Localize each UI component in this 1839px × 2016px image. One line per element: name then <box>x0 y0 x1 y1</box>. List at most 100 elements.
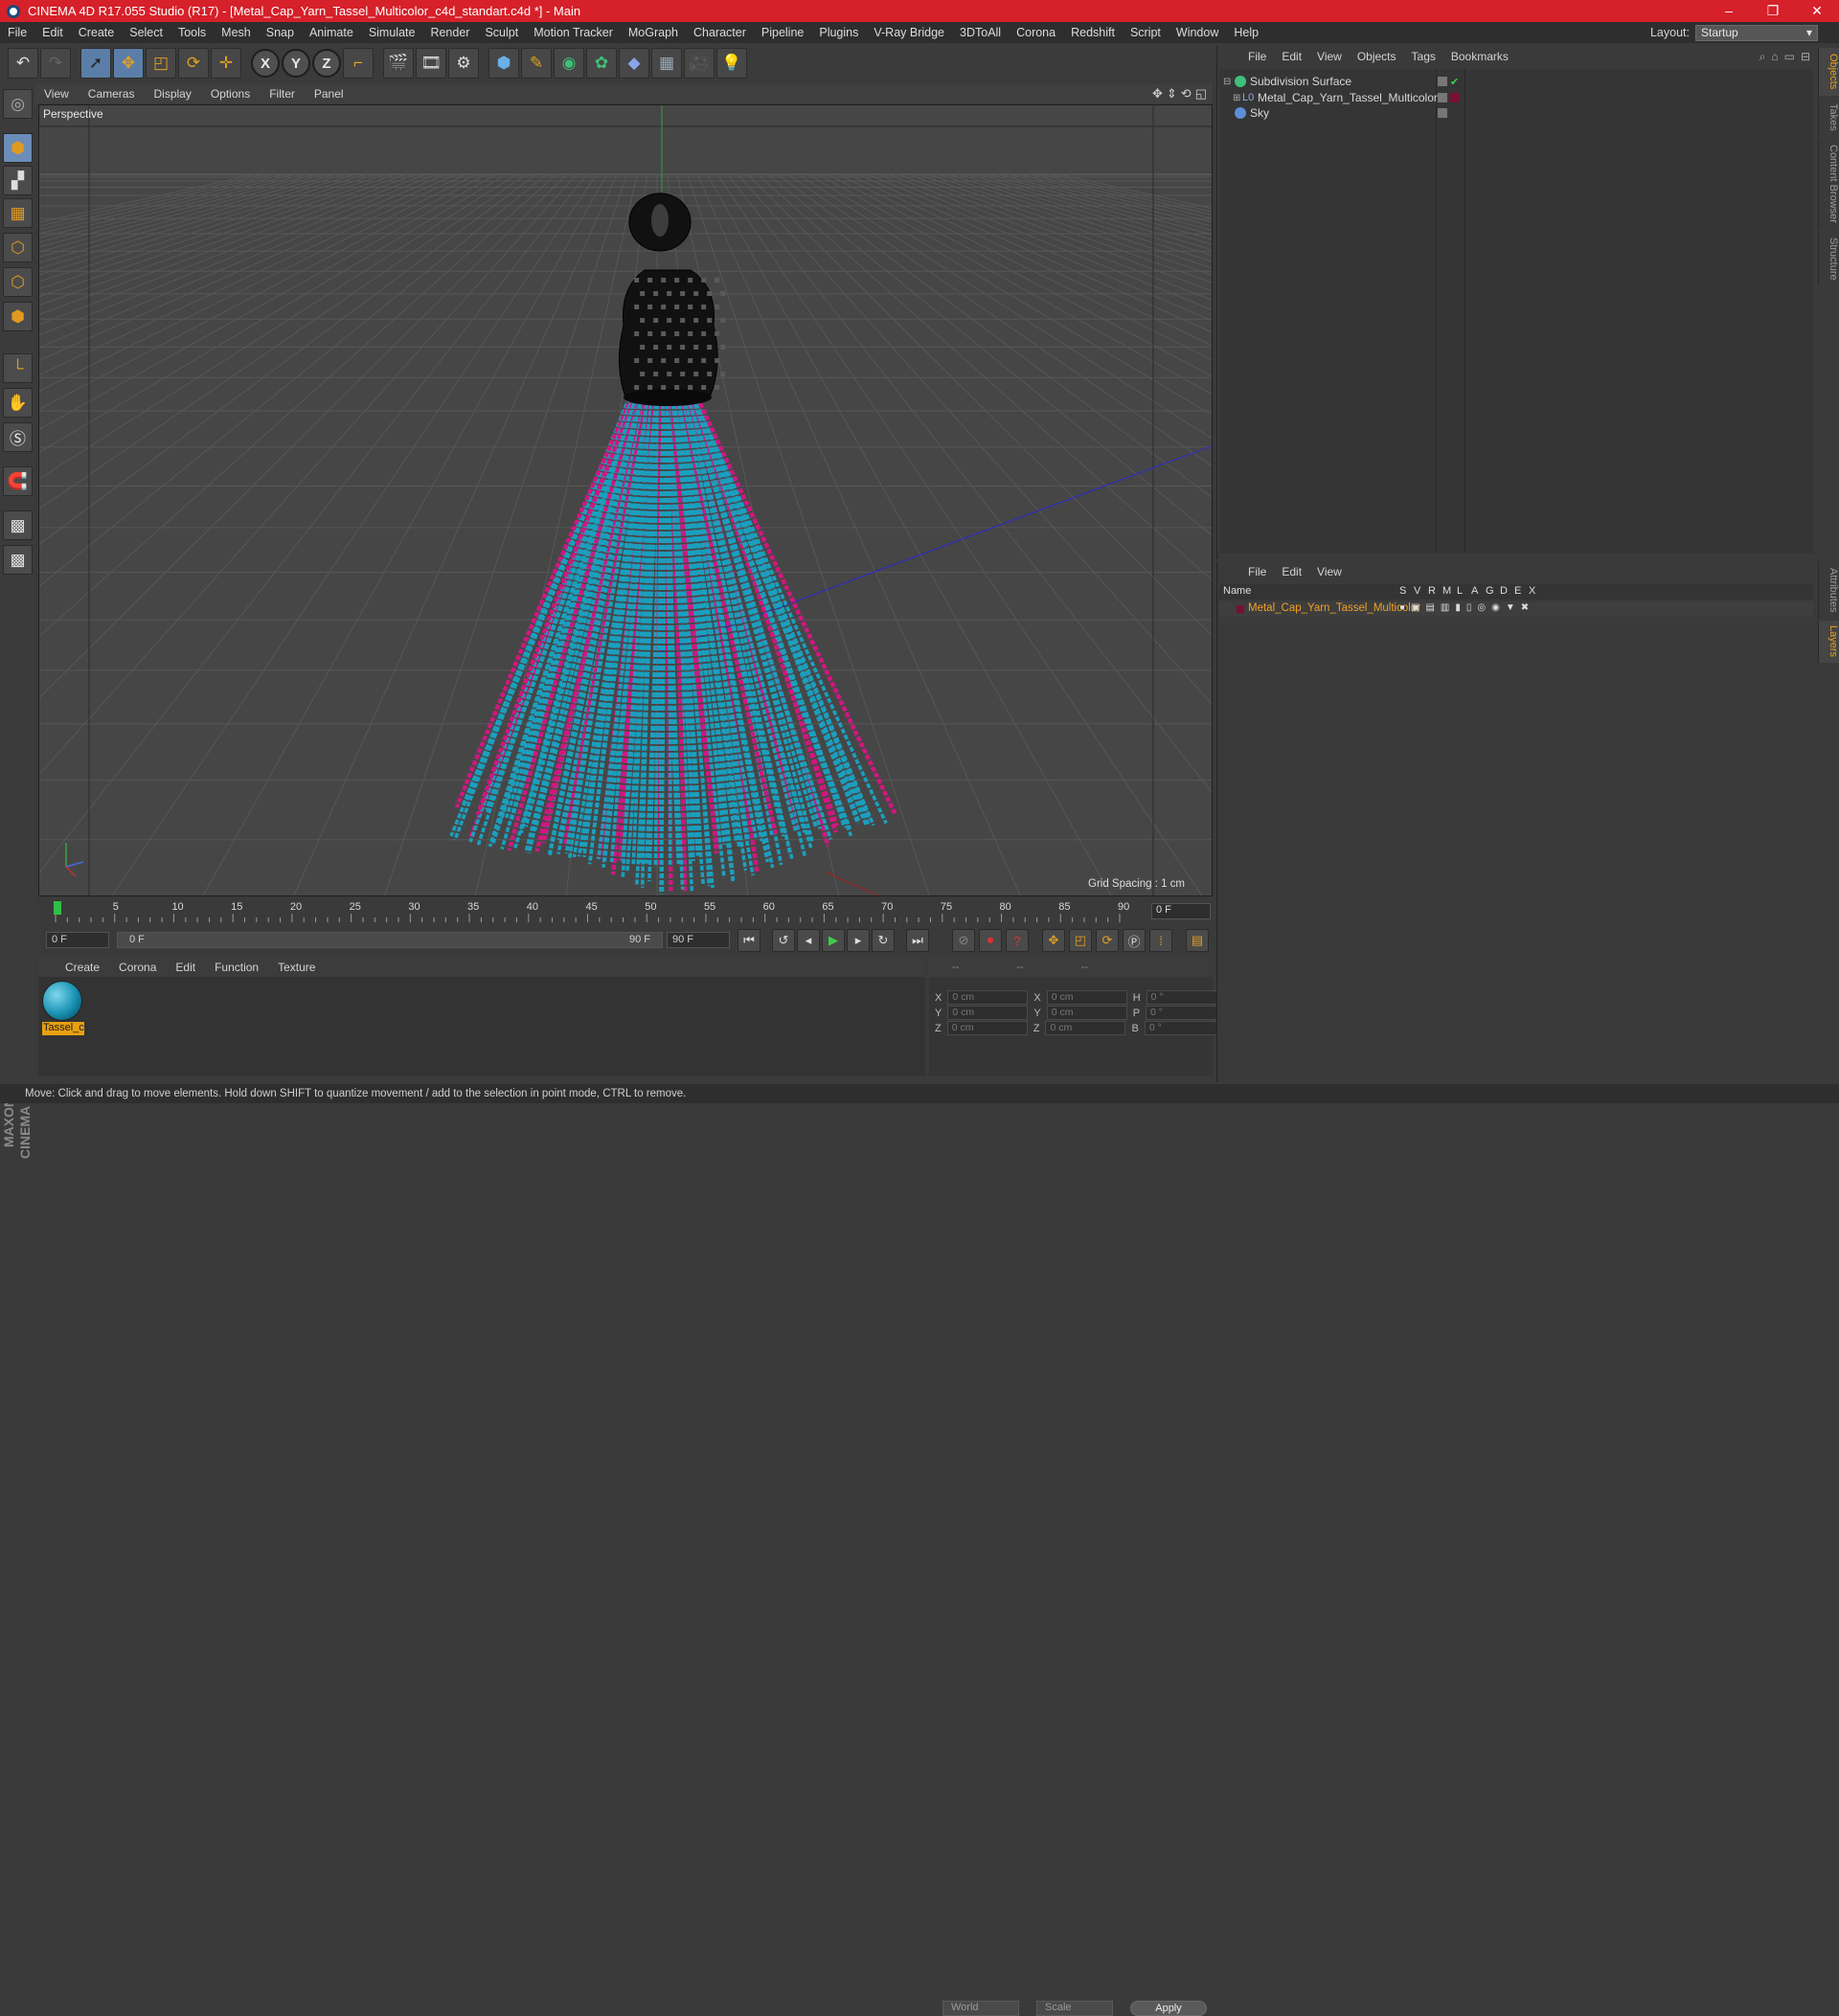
visibility-icon[interactable] <box>1438 108 1447 118</box>
axis-mode-button[interactable]: └ <box>3 353 33 383</box>
layer-column-a[interactable]: A <box>1471 585 1478 597</box>
layer-column-x[interactable]: X <box>1529 585 1535 597</box>
menu-window[interactable]: Window <box>1169 26 1226 39</box>
coordinate-field[interactable]: 0 cm <box>947 1006 1029 1020</box>
search-icon[interactable]: ⌕ <box>1760 50 1766 64</box>
move-tool[interactable]: ✥ <box>113 48 144 79</box>
menu-file[interactable]: File <box>0 26 34 39</box>
expand-toggle-icon[interactable]: ⊞ <box>1233 93 1240 103</box>
cloner-button[interactable]: ✿ <box>586 48 617 79</box>
keyframe-selection-button[interactable]: ? <box>1006 929 1029 952</box>
collapse-toggle-icon[interactable]: ⊟ <box>1223 77 1231 87</box>
viewport-menu-filter[interactable]: Filter <box>260 87 305 101</box>
subdivision-surface-button[interactable]: ◉ <box>554 48 584 79</box>
home-icon[interactable]: ⌂ <box>1771 50 1778 64</box>
layer-column-m[interactable]: M <box>1442 585 1451 597</box>
layer-menu-edit[interactable]: Edit <box>1274 565 1309 578</box>
material-menu-texture[interactable]: Texture <box>268 961 325 974</box>
material-tag-icon[interactable] <box>1450 93 1460 102</box>
side-tab-takes[interactable]: Takes <box>1818 98 1839 136</box>
new-view-icon[interactable]: ▭ <box>1784 50 1795 64</box>
menu-render[interactable]: Render <box>422 26 477 39</box>
object-menu-objects[interactable]: Objects <box>1350 50 1404 63</box>
go-to-end-button[interactable]: ⏭ <box>906 929 929 952</box>
go-to-start-button[interactable]: ⏮ <box>738 929 761 952</box>
timeline-ruler[interactable]: 051015202530354045505560657075808590 0 F <box>38 900 1213 923</box>
visibility-icon[interactable] <box>1438 77 1447 86</box>
coordinate-space-select[interactable]: World <box>942 2001 1019 2016</box>
pan-icon[interactable]: ✥ <box>1152 86 1163 102</box>
layout-select[interactable]: Startup ▾ <box>1695 24 1818 41</box>
menu-sculpt[interactable]: Sculpt <box>477 26 526 39</box>
menu-create[interactable]: Create <box>71 26 123 39</box>
coordinate-field[interactable]: 0 cm <box>1045 1021 1126 1035</box>
coordinate-field[interactable]: 0 cm <box>1046 1006 1127 1020</box>
start-frame-field[interactable]: 0 F <box>46 932 109 948</box>
x-axis-lock[interactable]: X <box>251 49 280 78</box>
texture-mode-button[interactable]: ▞ <box>3 166 33 195</box>
scale-key-button[interactable]: ◰ <box>1069 929 1092 952</box>
material-swatch[interactable]: Tassel_c <box>42 981 84 1036</box>
render-settings-button[interactable]: ⚙ <box>448 48 479 79</box>
menu-help[interactable]: Help <box>1226 26 1266 39</box>
edges-mode-button[interactable]: ⬡ <box>3 267 33 297</box>
object-menu-tags[interactable]: Tags <box>1404 50 1443 63</box>
recent-tool[interactable]: ✛ <box>211 48 241 79</box>
coordinate-field[interactable]: 0 ° <box>1146 1006 1227 1020</box>
viewport-menu-cameras[interactable]: Cameras <box>79 87 145 101</box>
layer-menu-view[interactable]: View <box>1309 565 1350 578</box>
tree-row-subdivision-surface[interactable]: ⊟ Subdivision Surface ✔ <box>1219 73 1813 90</box>
make-editable-button[interactable]: ◎ <box>3 89 33 119</box>
viewport-menu-options[interactable]: Options <box>201 87 260 101</box>
menu-edit[interactable]: Edit <box>34 26 71 39</box>
lock-icon[interactable]: ⊟ <box>1801 50 1810 64</box>
record-keyframes-button[interactable]: ⊘ <box>952 929 975 952</box>
live-selection-tool[interactable]: ➚ <box>80 48 111 79</box>
y-axis-lock[interactable]: Y <box>282 49 310 78</box>
light-button[interactable]: 💡 <box>716 48 747 79</box>
viewport-menu-view[interactable]: View <box>34 87 79 101</box>
side-tab-layers[interactable]: Layers <box>1818 621 1839 663</box>
menu-snap[interactable]: Snap <box>259 26 302 39</box>
coordinate-field[interactable]: 0 ° <box>1146 990 1227 1005</box>
polygons-mode-button[interactable]: ⬢ <box>3 302 33 331</box>
object-menu-bookmarks[interactable]: Bookmarks <box>1443 50 1516 63</box>
range-slider[interactable]: 0 F 90 F <box>117 932 663 948</box>
current-frame-field[interactable]: 0 F <box>1151 903 1211 919</box>
end-frame-field[interactable]: 90 F <box>667 932 730 948</box>
menu-v-ray-bridge[interactable]: V-Ray Bridge <box>866 26 952 39</box>
orbit-icon[interactable]: ⟲ <box>1181 86 1192 102</box>
viewport-menu-display[interactable]: Display <box>144 87 200 101</box>
previous-key-button[interactable]: ↺ <box>772 929 795 952</box>
coordinate-field[interactable]: 0 cm <box>946 1021 1028 1035</box>
side-tab-attributes[interactable]: Attributes <box>1818 561 1839 619</box>
coordinate-system-button[interactable]: ⌐ <box>343 48 374 79</box>
render-view-button[interactable]: 🎬 <box>383 48 414 79</box>
material-menu-function[interactable]: Function <box>205 961 268 974</box>
layer-column-d[interactable]: D <box>1500 585 1508 597</box>
points-mode-button[interactable]: ⬡ <box>3 233 33 262</box>
play-button[interactable]: ▶ <box>822 929 845 952</box>
spline-pen-button[interactable]: ✎ <box>521 48 552 79</box>
layer-column-name[interactable]: Name <box>1223 585 1251 597</box>
layer-menu-file[interactable]: File <box>1240 565 1274 578</box>
size-mode-select[interactable]: Scale <box>1036 2001 1113 2016</box>
playhead[interactable] <box>54 901 61 915</box>
cube-primitive-button[interactable]: ⬢ <box>488 48 519 79</box>
menu-script[interactable]: Script <box>1123 26 1169 39</box>
redo-button[interactable]: ↷ <box>40 48 71 79</box>
solo-button[interactable]: Ⓢ <box>3 422 33 452</box>
autokey-button[interactable]: ⏺ <box>979 929 1002 952</box>
next-frame-button[interactable]: ▸ <box>847 929 870 952</box>
enabled-check-icon[interactable]: ✔ <box>1450 76 1459 88</box>
menu-pipeline[interactable]: Pipeline <box>754 26 811 39</box>
object-menu-file[interactable]: File <box>1240 50 1274 63</box>
deformer-button[interactable]: ◆ <box>619 48 649 79</box>
layer-column-r[interactable]: R <box>1428 585 1436 597</box>
visibility-icon[interactable] <box>1438 93 1447 102</box>
viewport-menu-panel[interactable]: Panel <box>305 87 353 101</box>
z-axis-lock[interactable]: Z <box>312 49 341 78</box>
menu-select[interactable]: Select <box>122 26 170 39</box>
tree-row-sky[interactable]: Sky <box>1219 104 1813 122</box>
model-mode-button[interactable]: ⬢ <box>3 133 33 163</box>
